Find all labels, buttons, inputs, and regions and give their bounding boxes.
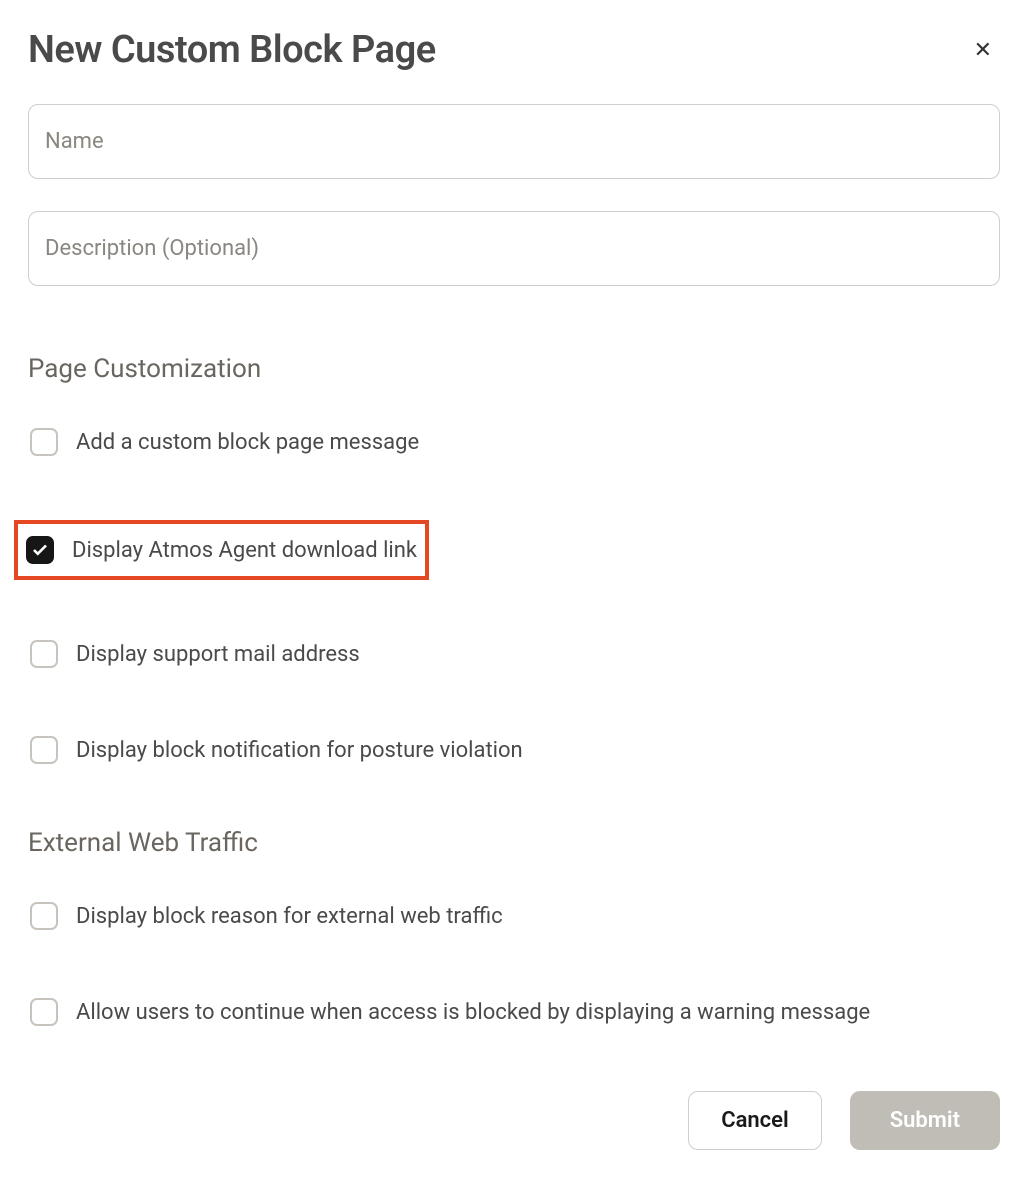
cancel-button[interactable]: Cancel xyxy=(688,1091,822,1150)
option-support-mail: Display support mail address xyxy=(28,636,1000,672)
checkbox-label: Add a custom block page message xyxy=(76,430,419,455)
page-title: New Custom Block Page xyxy=(28,28,436,72)
checkbox-atmos-agent[interactable] xyxy=(26,536,54,564)
checkbox-label: Display Atmos Agent download link xyxy=(72,538,417,563)
checkbox-posture-violation[interactable] xyxy=(30,736,58,764)
checkbox-support-mail[interactable] xyxy=(30,640,58,668)
highlighted-option: Display Atmos Agent download link xyxy=(14,520,429,580)
option-custom-message: Add a custom block page message xyxy=(28,424,1000,460)
description-input[interactable] xyxy=(28,211,1000,286)
checkbox-label: Allow users to continue when access is b… xyxy=(76,1000,870,1025)
section-heading-external: External Web Traffic xyxy=(28,828,1000,858)
checkbox-warning-continue[interactable] xyxy=(30,998,58,1026)
submit-button[interactable]: Submit xyxy=(850,1091,1000,1150)
checkbox-block-reason[interactable] xyxy=(30,902,58,930)
close-button[interactable]: ✕ xyxy=(966,35,1000,65)
checkbox-label: Display block notification for posture v… xyxy=(76,738,523,763)
footer-actions: Cancel Submit xyxy=(688,1091,1000,1150)
close-icon: ✕ xyxy=(974,37,992,62)
section-heading-customization: Page Customization xyxy=(28,354,1000,384)
option-warning-continue: Allow users to continue when access is b… xyxy=(28,994,1000,1030)
checkbox-label: Display support mail address xyxy=(76,642,360,667)
checkbox-label: Display block reason for external web tr… xyxy=(76,904,503,929)
option-block-reason: Display block reason for external web tr… xyxy=(28,898,1000,934)
name-input[interactable] xyxy=(28,104,1000,179)
checkbox-custom-message[interactable] xyxy=(30,428,58,456)
option-posture-violation: Display block notification for posture v… xyxy=(28,732,1000,768)
